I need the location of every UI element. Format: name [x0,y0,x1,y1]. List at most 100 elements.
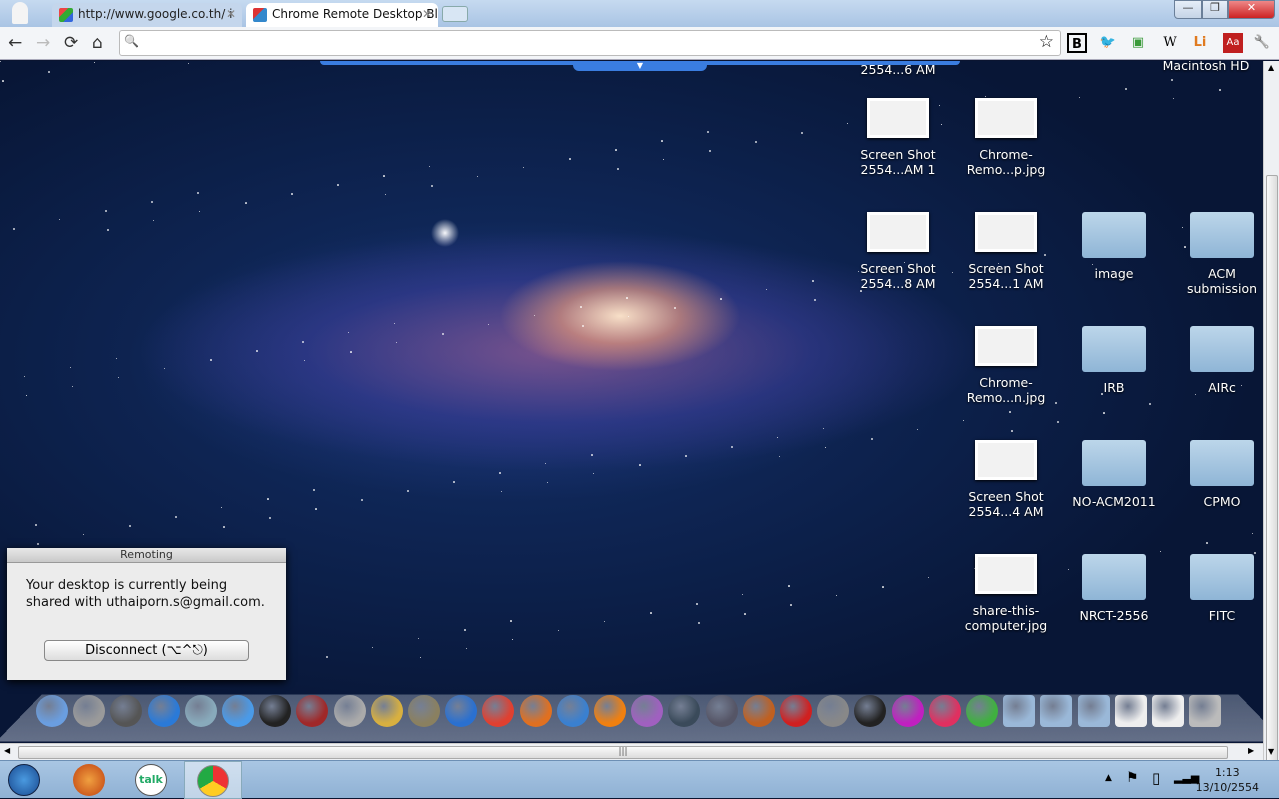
back-button[interactable]: ← [8,33,22,53]
vertical-scrollbar[interactable]: ▲ ▼ [1263,61,1279,760]
reload-button[interactable]: ⟳ [64,33,78,53]
dictionary-icon[interactable]: Aa [1223,33,1243,53]
dock-screenshot-doc-2-icon[interactable] [1152,695,1184,727]
image-thumbnail-icon [867,212,929,252]
dock-launchpad-icon[interactable] [73,695,105,727]
image-thumbnail-icon [975,554,1037,594]
home-button[interactable]: ⌂ [92,33,103,53]
desktop-folder[interactable]: image [1064,212,1164,281]
system-clock[interactable]: 1:13 13/10/2554 [1196,765,1259,795]
forward-button[interactable]: → [36,33,50,53]
desktop-folder[interactable]: FITC [1172,554,1263,623]
star [720,298,722,300]
macintosh-hd-label[interactable]: Macintosh HD [1156,61,1256,73]
desktop-file[interactable]: Screen Shot 2554...8 AM [848,212,948,291]
dock-co-app-icon[interactable] [892,695,924,727]
taskbar-google-talk[interactable]: talk [135,764,167,796]
remote-desktop-icon[interactable]: ▣ [1128,33,1148,53]
dock-screenshot-doc-icon[interactable] [1115,695,1147,727]
star [151,201,153,203]
star [394,323,395,324]
minimize-button[interactable]: — [1174,0,1202,19]
dock-finder-icon[interactable] [36,695,68,727]
scroll-up-icon[interactable]: ▲ [1268,63,1274,72]
desktop-file[interactable]: Screen Shot 2554...AM 1 [848,98,948,177]
desktop-icon-label: share-this- [956,603,1056,618]
vertical-scroll-thumb[interactable] [1266,175,1278,785]
wikipedia-icon[interactable]: W [1160,33,1180,53]
scroll-left-icon[interactable]: ◀ [4,746,10,755]
star [617,168,619,170]
action-center-flag-icon[interactable]: ⚑ [1126,770,1139,786]
dock-pen-tool-icon[interactable] [706,695,738,727]
dock-gimp-icon[interactable] [408,695,440,727]
restore-button[interactable]: ❐ [1202,0,1228,19]
bookmark-star-icon[interactable]: ☆ [1039,32,1054,52]
dock-documents-folder-icon[interactable] [1040,695,1072,727]
taskbar-firefox[interactable] [73,764,105,796]
horizontal-scroll-thumb[interactable]: ||| [18,746,1228,759]
dock-mail-icon[interactable] [185,695,217,727]
desktop-icon-label[interactable]: 2554...6 AM [848,62,948,77]
desktop-file[interactable]: Chrome- Remo...p.jpg [956,98,1056,177]
dock-firefox-icon[interactable] [520,695,552,727]
b-icon[interactable]: B [1067,33,1087,53]
li-icon[interactable]: Li [1190,33,1210,53]
tab-google[interactable]: http://www.google.co.th/ i ✕ [52,3,242,27]
tab-chrome-remote-desktop[interactable]: Chrome Remote Desktop Bl ✕ [246,3,438,27]
desktop-icon-label: 2554...4 AM [956,504,1056,519]
remote-options-toggle[interactable]: ▼ [573,61,707,71]
star [385,194,386,195]
dock-applications-folder-icon[interactable] [1003,695,1035,727]
scroll-down-icon[interactable]: ▼ [1268,747,1274,756]
address-bar[interactable]: 🔍 ☆ [119,30,1061,56]
desktop-file[interactable]: share-this-computer.jpg [956,554,1056,633]
horizontal-scrollbar[interactable]: ◀ ||| ▶ [0,743,1263,760]
close-window-button[interactable]: ✕ [1228,0,1275,19]
battery-icon[interactable]: ▯ [1152,769,1160,787]
remote-desktop-view[interactable]: ▼ 2554...6 AM Macintosh HD Screen Shot 25… [0,61,1263,743]
star [591,454,593,456]
scroll-right-icon[interactable]: ▶ [1248,746,1254,755]
dock-calculator-icon[interactable] [334,695,366,727]
show-hidden-icons[interactable]: ▲ [1105,773,1112,783]
star [698,622,700,624]
desktop-folder[interactable]: NO-ACM2011 [1064,440,1164,509]
dock-textedit-icon[interactable] [371,695,403,727]
dock-system-preferences-icon[interactable] [817,695,849,727]
dock-facetime-icon[interactable] [222,695,254,727]
twitter-icon[interactable]: 🐦 [1098,33,1118,53]
desktop-folder[interactable]: ACM submission [1172,212,1263,296]
taskbar-chrome-active[interactable] [184,761,242,799]
dock-safari-icon[interactable] [557,695,589,727]
close-tab-icon[interactable]: ✕ [226,7,236,21]
start-button[interactable] [8,764,40,796]
desktop-folder[interactable]: IRB [1064,326,1164,395]
dock-picasa-icon[interactable] [631,695,663,727]
new-tab-button[interactable] [442,6,468,22]
desktop-folder[interactable]: NRCT-2556 [1064,554,1164,623]
dock-app-store-icon[interactable] [148,695,180,727]
dock-cs-app-icon[interactable] [929,695,961,727]
desktop-folder[interactable]: AIRc [1172,326,1263,395]
wrench-icon[interactable]: 🔧 [1252,33,1272,53]
dock-itunes-icon[interactable] [445,695,477,727]
desktop-icon-label: CPMO [1172,494,1263,509]
desktop-icon-label: Screen Shot [848,147,948,162]
dock-trash-icon[interactable] [1189,695,1221,727]
dock-clock-icon[interactable] [259,695,291,727]
desktop-file[interactable]: Chrome- Remo...n.jpg [956,326,1056,405]
desktop-file[interactable]: Screen Shot 2554...1 AM [956,212,1056,291]
dock-x-app-icon[interactable] [966,695,998,727]
dock-keynote-icon[interactable] [743,695,775,727]
star [199,211,200,212]
disconnect-button[interactable]: Disconnect (⌥^⎋) [44,640,249,661]
dock-downloads-folder-icon[interactable] [1078,695,1110,727]
desktop-folder[interactable]: CPMO [1172,440,1263,509]
desktop-file[interactable]: Screen Shot 2554...4 AM [956,440,1056,519]
desktop-icon-label: submission [1172,281,1263,296]
dock-vlc-icon[interactable] [594,695,626,727]
star [499,472,501,474]
dock-en-app-icon[interactable] [780,695,812,727]
close-tab-icon[interactable]: ✕ [422,7,432,21]
